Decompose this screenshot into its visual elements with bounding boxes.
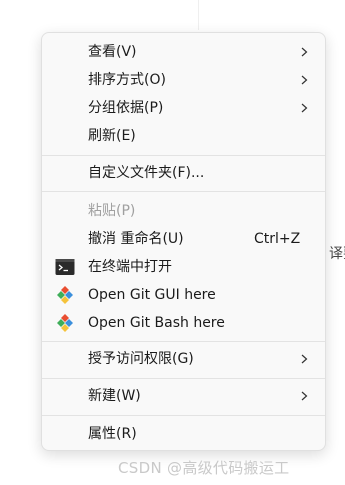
menu-item-new[interactable]: 新建(W) [46, 383, 321, 409]
menu-item-paste[interactable]: 粘贴(P) [46, 198, 321, 224]
menu-item-open-terminal[interactable]: 在终端中打开 [46, 254, 321, 280]
terminal-icon [55, 259, 75, 275]
menu-item-label: 属性(R) [88, 426, 137, 442]
menu-item-customize-folder[interactable]: 自定义文件夹(F)... [46, 160, 321, 186]
menu-item-label: 撤消 重命名(U) [88, 231, 184, 247]
menu-separator [42, 155, 325, 156]
menu-separator [42, 378, 325, 379]
menu-item-sort[interactable]: 排序方式(O) [46, 67, 321, 93]
menu-item-undo-rename[interactable]: 撤消 重命名(U) Ctrl+Z [46, 226, 321, 252]
chevron-right-icon [301, 391, 308, 401]
menu-item-git-gui[interactable]: Open Git GUI here [46, 282, 321, 308]
menu-item-grant-access[interactable]: 授予访问权限(G) [46, 346, 321, 372]
menu-item-refresh[interactable]: 刷新(E) [46, 123, 321, 149]
menu-item-label: 刷新(E) [88, 128, 136, 144]
menu-item-label: 自定义文件夹(F)... [88, 165, 205, 181]
menu-item-git-bash[interactable]: Open Git Bash here [46, 310, 321, 336]
menu-item-label: 粘贴(P) [88, 203, 136, 219]
menu-item-label: 授予访问权限(G) [88, 351, 194, 367]
menu-separator [42, 341, 325, 342]
git-icon [57, 286, 73, 304]
menu-item-label: 新建(W) [88, 388, 141, 404]
desktop: 译要 查看(V) 排序方式(O) 分组依据(P) 刷新(E) 自定义文件夹(F)… [0, 0, 345, 485]
menu-item-label: 在终端中打开 [88, 259, 172, 275]
context-menu: 查看(V) 排序方式(O) 分组依据(P) 刷新(E) 自定义文件夹(F)... [41, 32, 326, 451]
menu-separator [42, 191, 325, 192]
menu-item-label: Open Git GUI here [88, 287, 216, 303]
menu-item-label: Open Git Bash here [88, 315, 225, 331]
chevron-right-icon [301, 47, 308, 57]
menu-item-label: 分组依据(P) [88, 100, 164, 116]
background-partial-text: 译要 [329, 246, 345, 262]
watermark: CSDN @高级代码搬运工 [118, 459, 290, 477]
menu-item-label: 排序方式(O) [88, 72, 166, 88]
menu-item-group[interactable]: 分组依据(P) [46, 95, 321, 121]
menu-item-properties[interactable]: 属性(R) [46, 421, 321, 447]
git-icon [57, 314, 73, 332]
background-divider [198, 0, 199, 30]
menu-item-label: 查看(V) [88, 44, 137, 60]
menu-separator [42, 415, 325, 416]
menu-item-view[interactable]: 查看(V) [46, 39, 321, 65]
chevron-right-icon [301, 103, 308, 113]
chevron-right-icon [301, 354, 308, 364]
menu-item-shortcut: Ctrl+Z [254, 231, 301, 247]
chevron-right-icon [301, 75, 308, 85]
